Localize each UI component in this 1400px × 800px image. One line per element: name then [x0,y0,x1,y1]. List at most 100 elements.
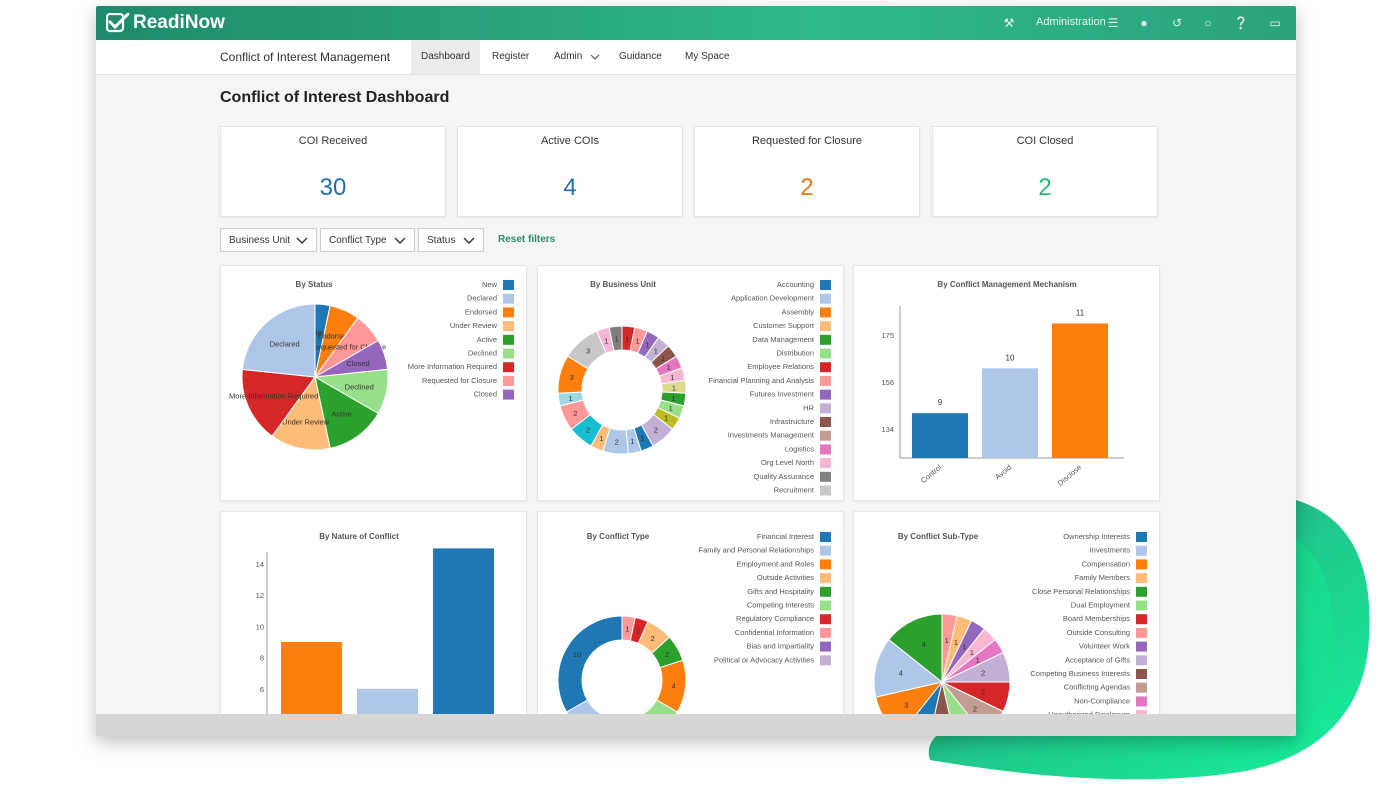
user-icon[interactable]: ● [1135,14,1153,32]
legend-swatch [503,348,514,359]
tab-guidance[interactable]: Guidance [609,40,672,74]
pie-data-label: 1 [645,341,649,350]
legend-swatch [820,430,831,441]
legend-label: More Information Required [408,362,497,371]
legend-swatch [820,641,831,652]
legend-swatch [820,559,831,570]
legend-label: Data Management [752,335,815,344]
y-tick-label: 175 [881,331,894,340]
legend-swatch [820,586,831,597]
legend-label: Org Level North [761,458,814,467]
legend-swatch [1136,614,1147,625]
filter-business-unit[interactable]: Business Unit [220,228,317,252]
pie-data-label: Declared [270,339,300,348]
legend-swatch [820,280,831,290]
legend-label: Financial Planning and Analysis [709,376,815,385]
chart-by-nature-of-conflict: By Nature of Conflict468101214 [220,511,527,736]
legend-swatch [1136,682,1147,693]
kpi-label: Requested for Closure [751,135,863,147]
x-tick-label: Avoid [993,463,1013,482]
pie-data-label: 2 [573,409,577,418]
legend-label: Close Personal Relationships [1032,587,1130,596]
administration-menu[interactable]: Administration [1036,16,1106,28]
legend-label: Investments Management [728,431,815,440]
wrench-icon[interactable]: ⚒ [1000,14,1018,32]
pie-data-label: Under Review [282,417,330,426]
legend-label: Endorsed [465,307,497,316]
x-tick-label: Disclose [1056,463,1083,488]
filter-status[interactable]: Status [418,228,484,252]
chat-icon[interactable]: ○ [1199,14,1217,32]
kpi-coi-received[interactable]: COI Received 30 [220,126,446,217]
pie-data-label: 1 [664,414,668,423]
pie-data-label: 1 [635,336,639,345]
y-tick-label: 6 [260,685,264,694]
legend-label: Family and Personal Relationships [699,546,815,555]
pie-data-label: 1 [962,642,966,651]
tab-register[interactable]: Register [482,40,539,74]
legend-swatch [820,532,831,542]
legend-swatch [820,321,831,332]
pie-data-label: More Information Required [229,391,318,400]
pie-data-label: 2 [665,650,669,659]
legend-swatch [820,655,831,666]
pie-data-label: 1 [599,434,603,443]
top-bar: ReadiNow ⚒ Administration ☰ ● ↺ ○ ❔ ▭ [96,6,1296,40]
pie-data-label: 1 [672,383,676,392]
window-icon[interactable]: ▭ [1266,14,1284,32]
legend-swatch [820,444,831,455]
legend-label: Conflicting Agendas [1064,683,1131,692]
help-icon[interactable]: ❔ [1232,14,1250,32]
kpi-requested-for-closure[interactable]: Requested for Closure 2 [694,126,920,217]
pie-data-label: 3 [904,700,908,709]
app-window: ReadiNow ⚒ Administration ☰ ● ↺ ○ ❔ ▭ Co… [96,6,1296,736]
bar [1052,323,1108,458]
legend-label: Competing Business Interests [1030,669,1130,678]
legend-swatch [820,545,831,556]
legend-label: Outside Activities [757,573,814,582]
kpi-label: Active COIs [540,135,600,147]
menu-icon[interactable]: ☰ [1104,14,1122,32]
chart-by-conflict-sub-type: By Conflict Sub-Type111112222344Ownershi… [853,511,1160,736]
bar [982,368,1038,458]
legend-label: Employment and Roles [736,559,814,568]
legend-label: Requested for Closure [422,376,497,385]
legend-label: Family Members [1075,573,1131,582]
pie-data-label: 1 [970,648,974,657]
tab-admin[interactable]: Admin [544,40,592,74]
legend-swatch [1136,532,1147,542]
legend-label: Non-Compliance [1074,696,1130,705]
legend-swatch [503,389,514,400]
pie-data-label: 2 [650,634,654,643]
kpi-value: 30 [319,174,347,201]
legend-label: Ownership Interests [1063,532,1130,541]
legend-label: Infrastructure [770,417,814,426]
y-tick-label: 12 [256,591,264,600]
tab-dashboard[interactable]: Dashboard [411,40,480,74]
legend-swatch [820,403,831,414]
history-icon[interactable]: ↺ [1168,14,1186,32]
tab-my-space[interactable]: My Space [675,40,739,74]
y-tick-label: 8 [260,654,264,663]
legend-label: Volunteer Work [1079,642,1130,651]
kpi-label: COI Closed [1016,135,1074,147]
reset-filters-link[interactable]: Reset filters [498,234,555,245]
chevron-down-icon[interactable] [590,54,600,61]
kpi-label: COI Received [298,135,368,147]
horizontal-scrollbar[interactable] [96,714,1296,736]
kpi-coi-closed[interactable]: COI Closed 2 [932,126,1158,217]
legend-swatch [820,307,831,318]
pie-data-label: 1 [630,437,634,446]
page-title: Conflict of Interest Dashboard [220,89,450,106]
legend-label: Investments [1090,546,1131,555]
pie-data-label: 1 [976,656,980,665]
pie-data-label: 1 [625,624,629,633]
legend-swatch [1136,545,1147,556]
y-tick-label: 14 [256,560,264,569]
app-logo[interactable]: ReadiNow [106,11,225,35]
filter-conflict-type[interactable]: Conflict Type [320,228,415,252]
kpi-active-cois[interactable]: Active COIs 4 [457,126,683,217]
pie-data-label: Active [331,410,351,419]
legend-swatch [503,293,514,304]
pie-data-label: 2 [981,687,985,696]
